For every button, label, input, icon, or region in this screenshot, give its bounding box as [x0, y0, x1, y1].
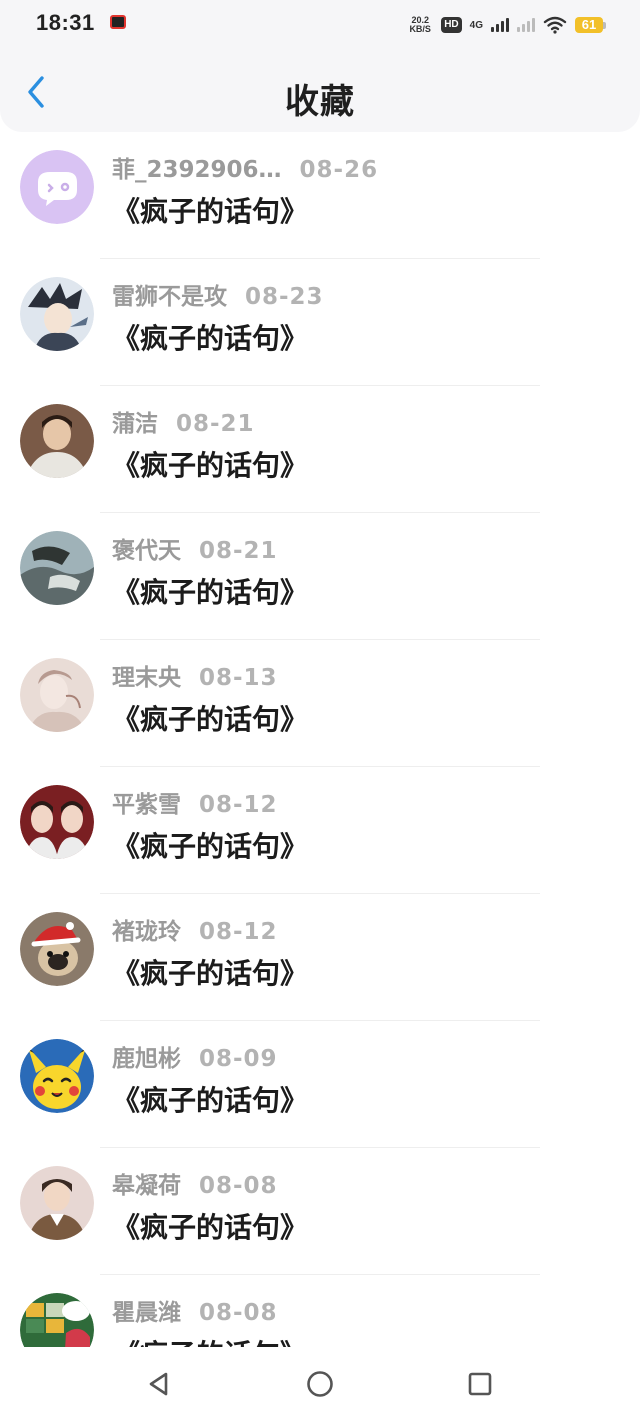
header: 收藏: [0, 52, 640, 132]
favorites-list[interactable]: 菲_2392906… 08-26 《疯子的话句》 雷狮不是攻 08-23 《疯子…: [0, 132, 640, 1347]
item-date: 08-12: [199, 792, 278, 818]
item-date: 08-21: [176, 411, 255, 437]
user-name[interactable]: 瞿晨潍: [112, 1293, 181, 1327]
item-date: 08-13: [199, 665, 278, 691]
list-item[interactable]: 蒲洁 08-21 《疯子的话句》: [0, 386, 640, 513]
item-date: 08-21: [199, 538, 278, 564]
user-name[interactable]: 蒲洁: [112, 404, 158, 438]
item-meta: 褚珑玲 08-12: [112, 912, 278, 946]
item-meta: 雷狮不是攻 08-23: [112, 277, 324, 311]
item-title[interactable]: 《疯子的话句》: [112, 1079, 308, 1119]
user-name[interactable]: 理末央: [112, 658, 181, 692]
status-bar: 18:31 20.2 KB/S HD 4G 61: [0, 0, 640, 52]
pikachu-avatar-image: [20, 1039, 94, 1113]
signal-bars-icon: [491, 18, 509, 32]
list-item[interactable]: 皋凝荷 08-08 《疯子的话句》: [0, 1148, 640, 1275]
screen-record-icon: [110, 15, 126, 29]
nav-recents-button[interactable]: [465, 1369, 495, 1399]
chat-bubble-avatar-icon: [20, 150, 94, 224]
page-title: 收藏: [285, 82, 355, 122]
wifi-icon: [543, 16, 567, 34]
list-item[interactable]: 平紫雪 08-12 《疯子的话句》: [0, 767, 640, 894]
item-date: 08-08: [199, 1300, 278, 1326]
avatar[interactable]: [20, 150, 94, 224]
list-item[interactable]: 菲_2392906… 08-26 《疯子的话句》: [0, 132, 640, 259]
anime-avatar-image: [20, 277, 94, 351]
user-name[interactable]: 鹿旭彬: [112, 1039, 181, 1073]
colorful-avatar-image: [20, 1293, 94, 1347]
list-item[interactable]: 鹿旭彬 08-09 《疯子的话句》: [0, 1021, 640, 1148]
person-avatar-image: [20, 404, 94, 478]
status-icons: 20.2 KB/S HD 4G 61: [407, 14, 606, 36]
user-name[interactable]: 平紫雪: [112, 785, 181, 819]
item-date: 08-09: [199, 1046, 278, 1072]
triangle-back-icon: [149, 1372, 168, 1396]
net-speed-unit: KB/S: [409, 24, 431, 34]
user-name[interactable]: 皋凝荷: [112, 1166, 181, 1200]
user-name[interactable]: 雷狮不是攻: [112, 277, 227, 311]
user-name[interactable]: 菲_2392906…: [112, 150, 282, 184]
network-type: 4G: [470, 20, 483, 31]
item-date: 08-08: [199, 1173, 278, 1199]
item-title[interactable]: 《疯子的话句》: [112, 952, 308, 992]
status-time: 18:31: [36, 10, 95, 35]
avatar[interactable]: [20, 1166, 94, 1240]
hd-badge: HD: [441, 17, 462, 33]
item-meta: 蒲洁 08-21: [112, 404, 255, 438]
square-recents-icon: [468, 1372, 492, 1396]
avatar[interactable]: [20, 277, 94, 351]
user-name[interactable]: 褒代天: [112, 531, 181, 565]
avatar[interactable]: [20, 785, 94, 859]
item-date: 08-23: [245, 284, 324, 310]
list-item[interactable]: 瞿晨潍 08-08 《疯子的话句》: [0, 1275, 640, 1347]
item-title[interactable]: 《疯子的话句》: [112, 571, 308, 611]
item-meta: 平紫雪 08-12: [112, 785, 278, 819]
item-meta: 瞿晨潍 08-08: [112, 1293, 278, 1327]
nav-home-button[interactable]: [305, 1369, 335, 1399]
avatar[interactable]: [20, 912, 94, 986]
two-people-avatar-image: [20, 785, 94, 859]
sketch-avatar-image: [20, 658, 94, 732]
item-date: 08-12: [199, 919, 278, 945]
avatar[interactable]: [20, 1039, 94, 1113]
item-title[interactable]: 《疯子的话句》: [112, 698, 308, 738]
item-title[interactable]: 《疯子的话句》: [112, 1206, 308, 1246]
person-avatar-image: [20, 1166, 94, 1240]
avatar[interactable]: [20, 404, 94, 478]
item-meta: 皋凝荷 08-08: [112, 1166, 278, 1200]
item-date: 08-26: [299, 157, 379, 183]
avatar[interactable]: [20, 658, 94, 732]
signal-bars-2-icon: [517, 18, 535, 32]
item-meta: 理末央 08-13: [112, 658, 278, 692]
user-name[interactable]: 褚珑玲: [112, 912, 181, 946]
item-meta: 褒代天 08-21: [112, 531, 278, 565]
system-nav-bar: [0, 1347, 640, 1422]
circle-home-icon: [307, 1371, 333, 1397]
nav-back-button[interactable]: [144, 1369, 174, 1399]
pug-santa-avatar-image: [20, 912, 94, 986]
list-item[interactable]: 褒代天 08-21 《疯子的话句》: [0, 513, 640, 640]
item-title[interactable]: 《疯子的话句》: [112, 190, 308, 230]
item-meta: 菲_2392906… 08-26: [112, 150, 378, 184]
net-speed: 20.2 KB/S: [407, 16, 433, 34]
battery-icon: 61: [575, 17, 606, 33]
network-type-label: 4G: [469, 19, 483, 31]
battery-level: 61: [575, 17, 603, 33]
item-title[interactable]: 《疯子的话句》: [112, 1333, 308, 1347]
list-item[interactable]: 理末央 08-13 《疯子的话句》: [0, 640, 640, 767]
avatar[interactable]: [20, 1293, 94, 1347]
item-title[interactable]: 《疯子的话句》: [112, 317, 308, 357]
landscape-avatar-image: [20, 531, 94, 605]
item-title[interactable]: 《疯子的话句》: [112, 825, 308, 865]
list-item[interactable]: 褚珑玲 08-12 《疯子的话句》: [0, 894, 640, 1021]
item-meta: 鹿旭彬 08-09: [112, 1039, 278, 1073]
item-title[interactable]: 《疯子的话句》: [112, 444, 308, 484]
list-item[interactable]: 雷狮不是攻 08-23 《疯子的话句》: [0, 259, 640, 386]
avatar[interactable]: [20, 531, 94, 605]
